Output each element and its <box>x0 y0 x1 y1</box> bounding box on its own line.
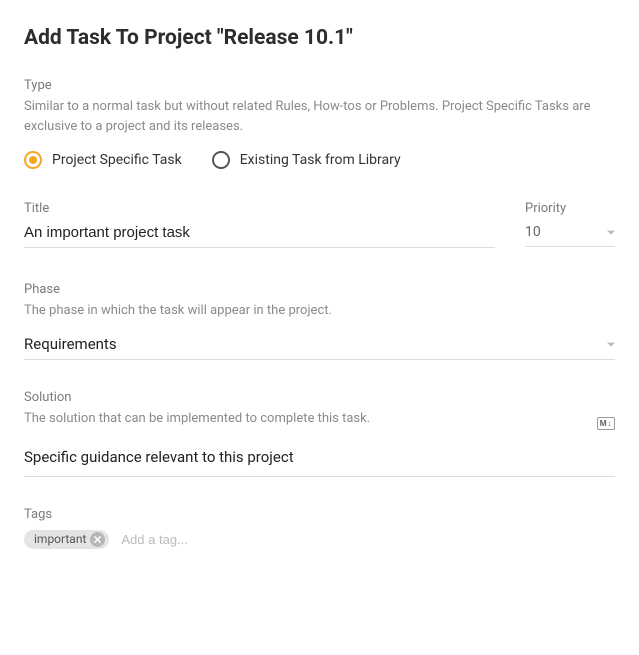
tag-label: important <box>34 532 86 546</box>
phase-value: Requirements <box>24 335 117 353</box>
priority-label: Priority <box>525 201 615 216</box>
markdown-icon: M↓ <box>597 417 615 430</box>
type-section: Type Similar to a normal task but withou… <box>24 78 615 169</box>
radio-existing-task-from-library[interactable]: Existing Task from Library <box>212 151 401 169</box>
page-title: Add Task To Project "Release 10.1" <box>24 26 615 50</box>
solution-section: Solution The solution that can be implem… <box>24 390 615 476</box>
phase-label: Phase <box>24 282 615 297</box>
solution-description: The solution that can be implemented to … <box>24 409 597 429</box>
phase-description: The phase in which the task will appear … <box>24 301 615 321</box>
radio-label: Existing Task from Library <box>240 152 401 168</box>
title-input[interactable] <box>24 220 495 248</box>
tags-label: Tags <box>24 507 615 522</box>
close-icon[interactable] <box>90 532 105 547</box>
radio-unselected-icon <box>212 151 230 169</box>
radio-selected-icon <box>24 151 42 169</box>
solution-label: Solution <box>24 390 597 405</box>
type-label: Type <box>24 78 615 93</box>
chevron-down-icon <box>607 231 615 235</box>
type-radio-group: Project Specific Task Existing Task from… <box>24 151 615 169</box>
title-label: Title <box>24 201 495 216</box>
phase-section: Phase The phase in which the task will a… <box>24 282 615 360</box>
solution-textarea[interactable]: Specific guidance relevant to this proje… <box>24 448 615 477</box>
radio-label: Project Specific Task <box>52 152 182 168</box>
priority-select[interactable]: 10 <box>525 220 615 247</box>
tag-chip-important[interactable]: important <box>24 530 109 549</box>
tags-section: Tags important <box>24 507 615 549</box>
phase-select[interactable]: Requirements <box>24 331 615 360</box>
solution-value: Specific guidance relevant to this proje… <box>24 448 294 466</box>
tag-input[interactable] <box>119 531 299 548</box>
type-description: Similar to a normal task but without rel… <box>24 97 615 137</box>
priority-value: 10 <box>525 224 541 240</box>
radio-project-specific-task[interactable]: Project Specific Task <box>24 151 182 169</box>
chevron-down-icon <box>607 343 615 347</box>
